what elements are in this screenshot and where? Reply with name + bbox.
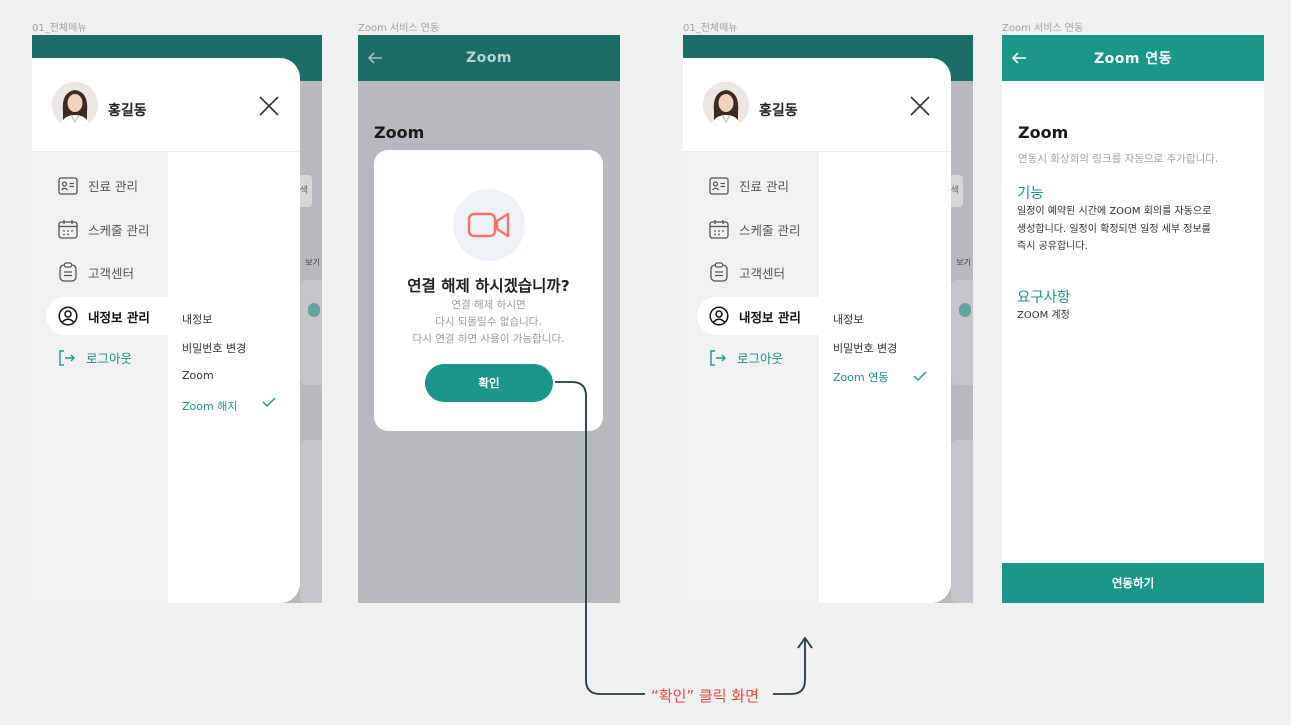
flow-annotation: “확인” 클릭 화면 (651, 687, 759, 705)
flow-connector (555, 381, 813, 695)
